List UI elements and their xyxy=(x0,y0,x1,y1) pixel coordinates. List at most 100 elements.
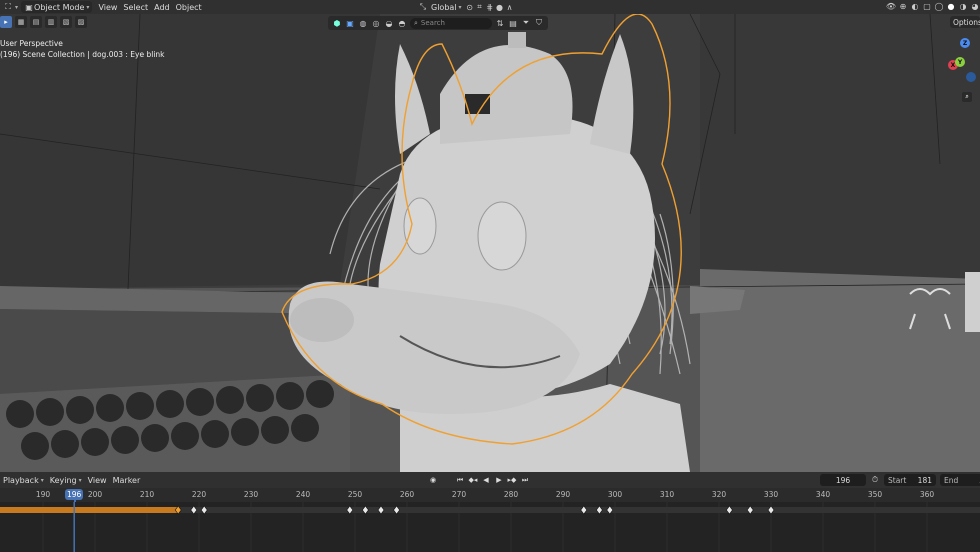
select-subtract-icon[interactable]: ▥ xyxy=(45,16,57,28)
options-label: Options xyxy=(953,17,980,27)
orientation-label: Global xyxy=(431,2,457,12)
keying-label: Keying xyxy=(49,475,77,485)
proportional-edit-icon[interactable]: ● xyxy=(495,2,505,12)
stopwatch-icon[interactable]: ⏱ xyxy=(870,475,880,485)
ruler-tick: 290 xyxy=(555,490,571,499)
chevron-down-icon: ▾ xyxy=(40,476,44,484)
mode-select[interactable]: ▣ Object Mode ▾ xyxy=(21,1,93,13)
keyframe-track[interactable] xyxy=(0,502,980,552)
menu-object[interactable]: Object xyxy=(173,1,205,13)
end-label: End xyxy=(944,475,959,485)
ruler-tick: 260 xyxy=(399,490,415,499)
search-input[interactable]: ⌕ Search xyxy=(410,17,492,29)
shield-icon[interactable]: ⛉ xyxy=(534,18,544,28)
zoom-icon[interactable]: ⌕ xyxy=(962,92,972,102)
ruler-tick: 270 xyxy=(451,490,467,499)
sort-icon[interactable]: ⇅ xyxy=(495,18,505,28)
ruler-tick: 230 xyxy=(243,490,259,499)
select-intersect-icon[interactable]: ▨ xyxy=(75,16,87,28)
light-filter-icon[interactable]: ◎ xyxy=(371,18,381,28)
select-tool-icon[interactable]: ▸ xyxy=(0,16,12,28)
playback-label: Playback xyxy=(3,475,39,485)
search-icon: ⌕ xyxy=(414,18,418,27)
frame-ruler[interactable]: 190 200 210 220 230 240 250 260 270 280 290 300 310 3… xyxy=(0,488,980,502)
gizmo-icon[interactable]: ⊕ xyxy=(898,1,908,11)
y-axis-icon[interactable]: Y xyxy=(955,57,965,67)
current-frame-field[interactable]: 196 xyxy=(820,474,866,486)
overlays-icon[interactable]: ◐ xyxy=(910,1,920,11)
snap-icon[interactable]: ⌗ xyxy=(475,2,485,12)
ruler-tick: 360 xyxy=(919,490,935,499)
menu-keying[interactable]: Keying ▾ xyxy=(47,474,85,486)
orientation-select[interactable]: Global ▾ xyxy=(428,1,465,13)
funnel-icon[interactable]: ⏷ xyxy=(521,18,531,28)
transform-tools: ⤡ Global ▾ ⊙ ⌗ ⋕ ● ∧ xyxy=(418,1,515,13)
3d-viewport[interactable]: ▸ ▦ ▤ ▥ ▧ ▨ User Perspective (196) Scene… xyxy=(0,14,980,472)
camera-filter-icon[interactable]: ◒ xyxy=(384,18,394,28)
visibility-icon[interactable]: 👁 xyxy=(886,1,896,11)
wireframe-shading-icon[interactable]: ◯ xyxy=(934,1,944,11)
solid-shading-icon[interactable]: ● xyxy=(946,1,956,11)
mesh-filter-icon[interactable]: ◍ xyxy=(358,18,368,28)
ruler-tick: 200 xyxy=(87,490,103,499)
ruler-tick: 310 xyxy=(659,490,675,499)
chevron-down-icon: ▾ xyxy=(15,3,19,11)
editor-type-button[interactable]: ⛶ ▾ xyxy=(0,1,21,13)
other-filter-icon[interactable]: ◓ xyxy=(397,18,407,28)
frame-range: 196 ⏱ Start 181 End 3 xyxy=(820,474,980,486)
material-shading-icon[interactable]: ◑ xyxy=(958,1,968,11)
menu-marker[interactable]: Marker xyxy=(110,474,144,486)
ruler-tick: 190 xyxy=(35,490,51,499)
jump-start-icon[interactable]: ⏮ xyxy=(454,474,466,486)
next-keyframe-icon[interactable]: ▸◆ xyxy=(506,474,518,486)
menu-view[interactable]: View xyxy=(95,1,120,13)
z-axis-icon[interactable]: Z xyxy=(960,38,970,48)
hold-range xyxy=(0,507,179,513)
timeline-header: Playback ▾ Keying ▾ View Marker ◉ ⏮ ◆◂ ◀ ▶… xyxy=(0,472,980,488)
playhead-frame-label[interactable]: 196 xyxy=(65,489,84,500)
ruler-tick: 240 xyxy=(295,490,311,499)
menu-add[interactable]: Add xyxy=(151,1,173,13)
start-value: 181 xyxy=(917,475,932,485)
menu-timeline-view[interactable]: View xyxy=(85,474,110,486)
z-label: Z xyxy=(962,39,968,47)
end-frame-field[interactable]: End 3 xyxy=(940,474,980,486)
scene-render xyxy=(0,14,980,472)
mode-label: Object Mode xyxy=(34,2,85,12)
ruler-tick: 350 xyxy=(867,490,883,499)
neg-z-axis-icon[interactable] xyxy=(966,72,976,82)
orientation-icon: ⤡ xyxy=(419,2,427,11)
pivot-icon[interactable]: ⊙ xyxy=(465,2,475,12)
falloff-icon[interactable]: ∧ xyxy=(505,2,515,12)
editor-header: ⛶ ▾ ▣ Object Mode ▾ View Select Add Objec… xyxy=(0,0,980,14)
filter-icon[interactable]: ⬢ xyxy=(332,18,342,28)
ruler-tick: 340 xyxy=(815,490,831,499)
search-placeholder: Search xyxy=(420,19,445,27)
ruler-tick: 300 xyxy=(607,490,623,499)
menu-select[interactable]: Select xyxy=(120,1,151,13)
ruler-tick: 250 xyxy=(347,490,363,499)
header-right-tools: 👁 ⊕ ◐ ▢ ◯ ● ◑ ◕ xyxy=(886,1,980,11)
jump-end-icon[interactable]: ⏭ xyxy=(519,474,531,486)
chevron-down-icon: ▾ xyxy=(78,476,82,484)
prev-keyframe-icon[interactable]: ◆◂ xyxy=(467,474,479,486)
navigation-gizmo[interactable]: Z X Y ⌕ xyxy=(946,36,976,106)
ruler-tick: 320 xyxy=(711,490,727,499)
object-filter-icon[interactable]: ▣ xyxy=(345,18,355,28)
select-box-icon[interactable]: ▦ xyxy=(15,16,27,28)
xray-icon[interactable]: ▢ xyxy=(922,1,932,11)
chevron-down-icon: ▾ xyxy=(86,3,90,11)
start-frame-field[interactable]: Start 181 xyxy=(884,474,936,486)
keyframe-svg xyxy=(0,502,980,552)
collection-icon[interactable]: ▤ xyxy=(508,18,518,28)
select-invert-icon[interactable]: ▧ xyxy=(60,16,72,28)
play-icon[interactable]: ▶ xyxy=(493,474,505,486)
play-reverse-icon[interactable]: ◀ xyxy=(480,474,492,486)
object-mode-icon: ▣ xyxy=(25,2,33,12)
select-extend-icon[interactable]: ▤ xyxy=(30,16,42,28)
menu-playback[interactable]: Playback ▾ xyxy=(0,474,47,486)
record-icon[interactable]: ◉ xyxy=(427,474,439,486)
rendered-shading-icon[interactable]: ◕ xyxy=(970,1,980,11)
snap-target-icon[interactable]: ⋕ xyxy=(485,2,495,12)
options-button[interactable]: Options xyxy=(950,16,980,28)
